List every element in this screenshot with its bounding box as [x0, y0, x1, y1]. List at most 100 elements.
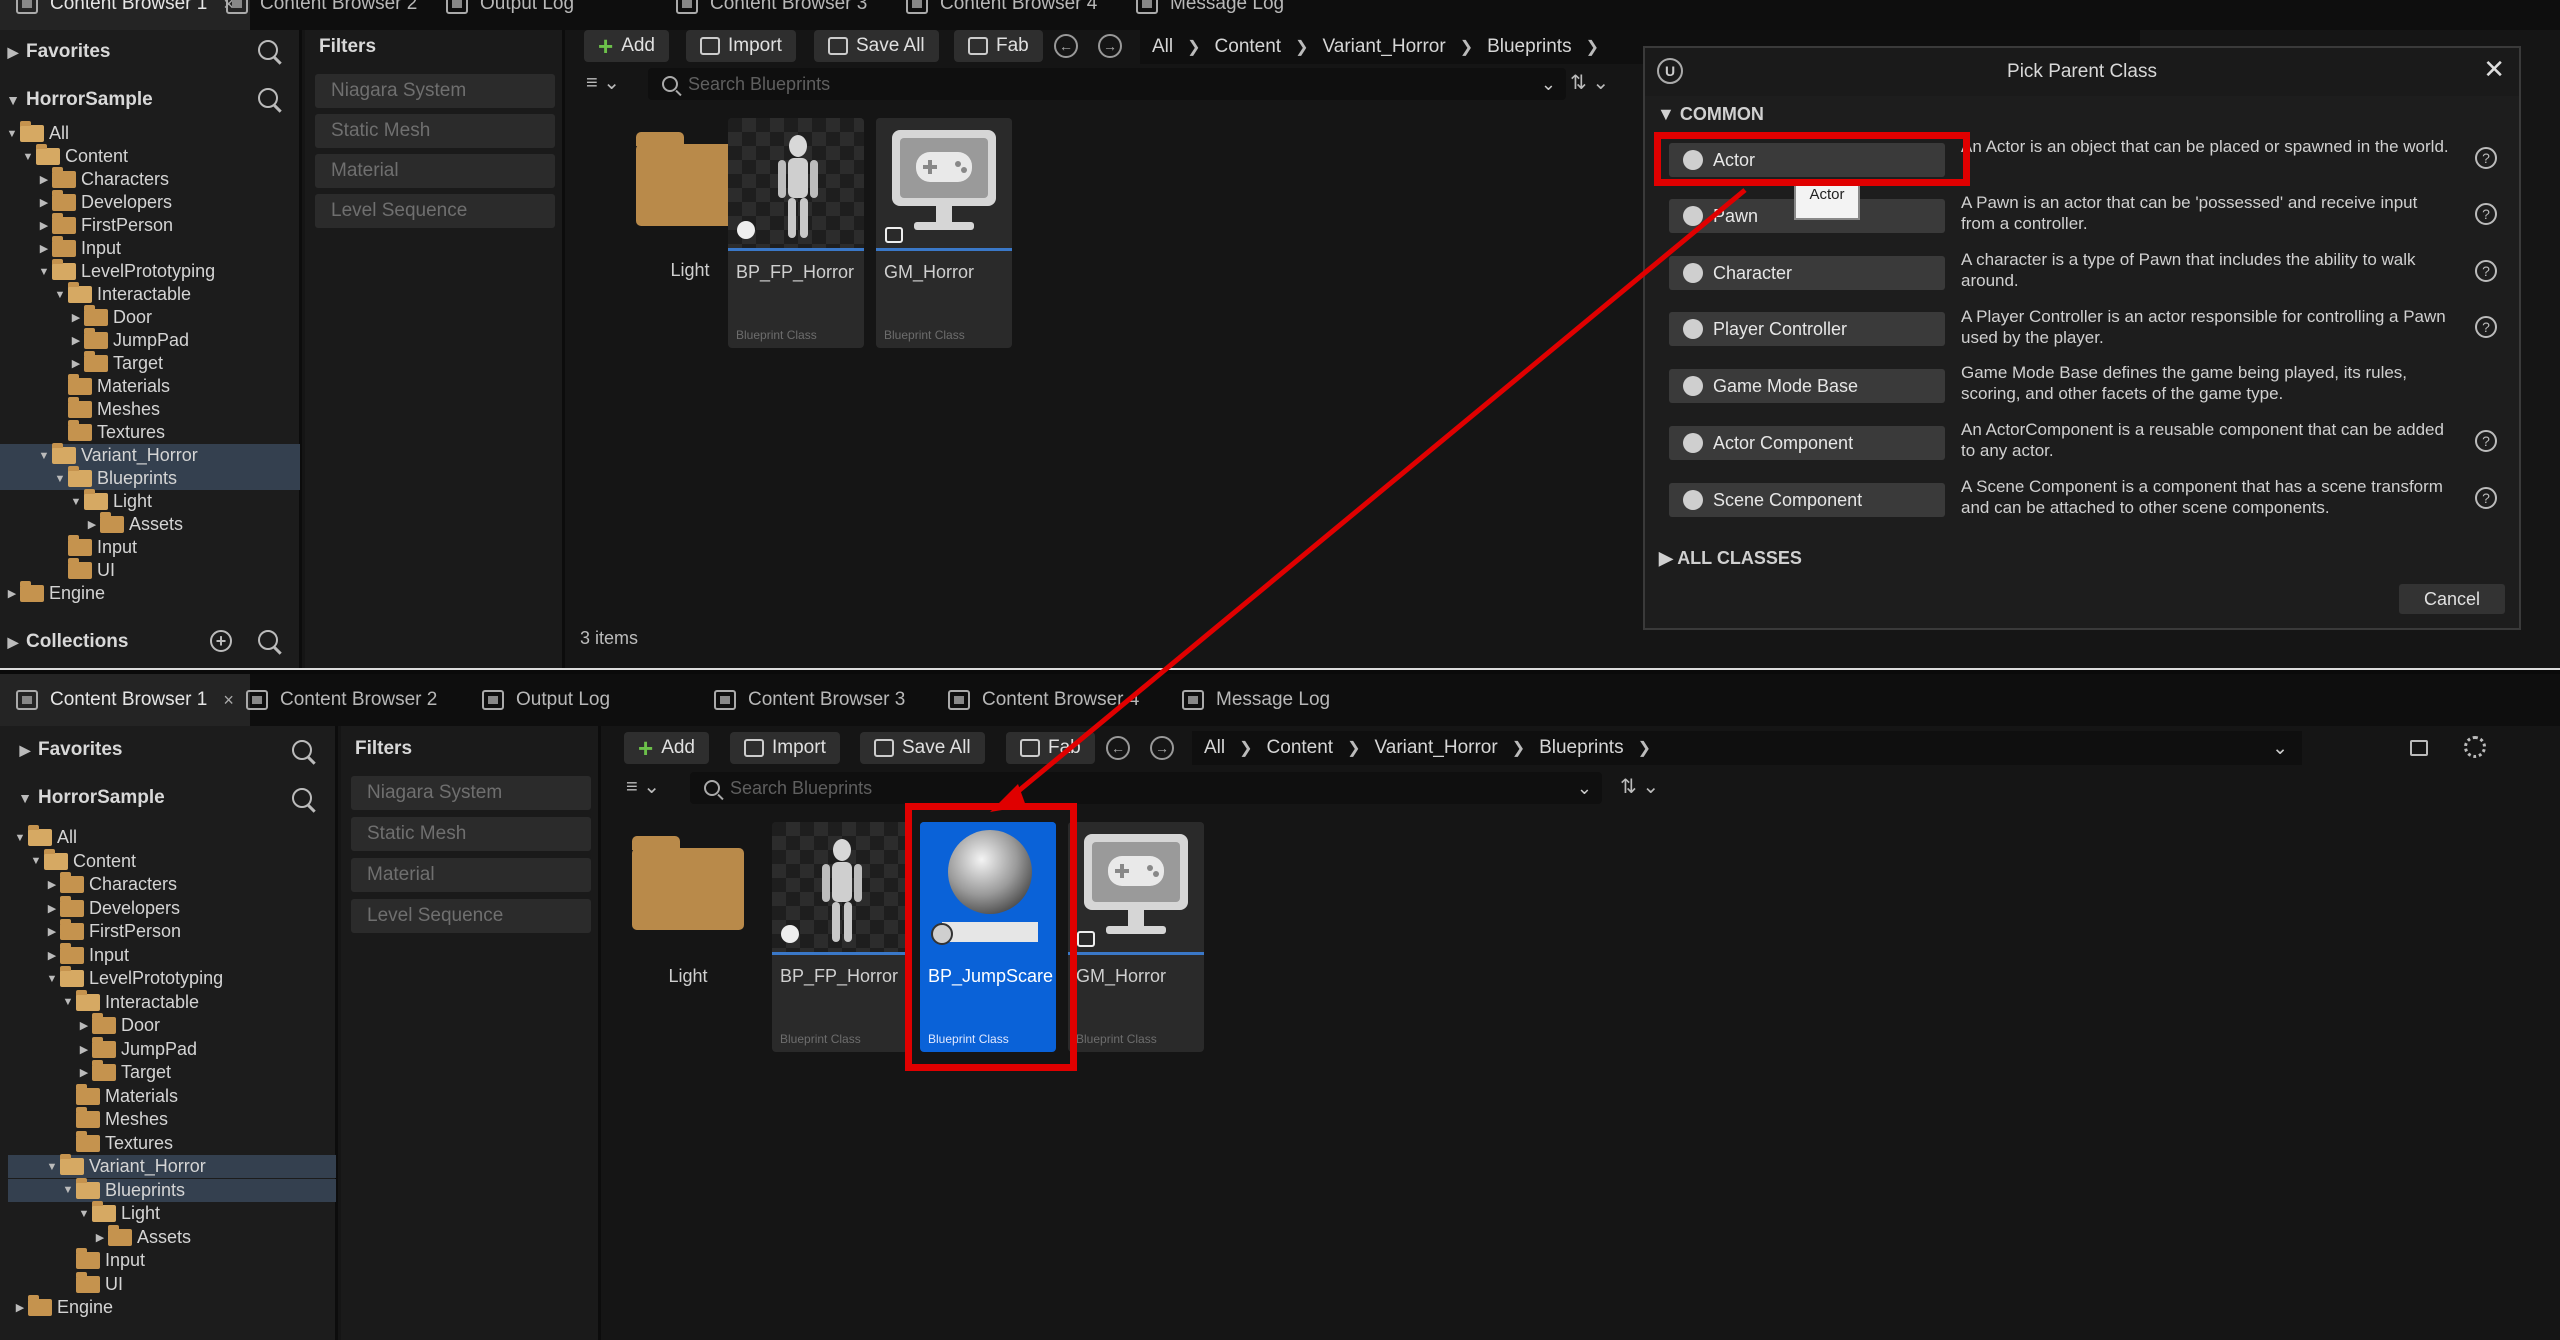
tree-item[interactable]: ▼ Blueprints [0, 466, 300, 490]
search-icon[interactable] [258, 630, 278, 650]
tree-item[interactable]: Meshes [8, 1107, 336, 1131]
folder-icon[interactable] [632, 836, 744, 930]
breadcrumb-content[interactable]: Content [1267, 737, 1334, 759]
tree-item[interactable]: ▼ LevelPrototyping [8, 966, 336, 990]
filter-static-mesh[interactable]: Static Mesh [351, 817, 591, 851]
tree-item[interactable]: ▶ Characters [0, 167, 300, 191]
chevron-down-icon[interactable]: ▼ [20, 151, 36, 163]
tree-item[interactable]: ▶ JumpPad [8, 1036, 336, 1061]
help-icon[interactable]: ? [2475, 260, 2497, 282]
breadcrumb-variant-horror[interactable]: Variant_Horror [1322, 36, 1445, 58]
sort-icon[interactable]: ⇅ ⌄ [1620, 774, 1659, 799]
breadcrumb-blueprints[interactable]: Blueprints [1539, 737, 1624, 759]
breadcrumb-variant-horror[interactable]: Variant_Horror [1374, 737, 1497, 759]
chevron-right-icon[interactable]: ▶ [76, 1019, 92, 1032]
class-button-character[interactable]: Character [1669, 256, 1945, 290]
save-all-button[interactable]: Save All [814, 30, 939, 62]
chevron-right-icon[interactable]: ▶ [36, 219, 52, 232]
tree-item[interactable]: ▼ LevelPrototyping [0, 259, 300, 283]
tree-item[interactable]: ▶ Input [0, 236, 300, 260]
top-tab-message-log[interactable]: Message Log [1120, 0, 1300, 30]
top-tab-content-browser-3[interactable]: Content Browser 3 [660, 0, 883, 30]
tree-item[interactable]: ▶ Door [8, 1013, 336, 1037]
tree-item[interactable]: Materials [0, 374, 300, 398]
search-icon[interactable] [292, 740, 312, 760]
add-button[interactable]: + Add [624, 732, 709, 764]
chevron-right-icon[interactable]: ▶ [44, 949, 60, 962]
chevron-right-icon[interactable]: ▶ [12, 1301, 28, 1314]
tree-item[interactable]: ▼ Blueprints [8, 1177, 336, 1202]
class-button-game-mode-base[interactable]: Game Mode Base [1669, 369, 1945, 403]
tree-item[interactable]: ▶ Door [0, 305, 300, 329]
chevron-right-icon[interactable]: ▶ [36, 242, 52, 255]
filter-niagara-system[interactable]: Niagara System [351, 776, 591, 810]
tree-item[interactable]: ▶ Assets [0, 512, 300, 536]
help-icon[interactable]: ? [2475, 147, 2497, 169]
tree-item[interactable]: UI [0, 558, 300, 582]
tab-content-browser-2[interactable]: Content Browser 2 [230, 674, 453, 726]
chevron-down-icon[interactable]: ▼ [52, 289, 68, 301]
filter-material[interactable]: Material [351, 858, 591, 892]
search-input[interactable]: Search Blueprints ⌄ [648, 68, 1566, 100]
help-icon[interactable]: ? [2475, 203, 2497, 225]
top-tab-content-browser-4[interactable]: Content Browser 4 [890, 0, 1113, 30]
tree-item[interactable]: Textures [8, 1130, 336, 1155]
tree-item[interactable]: ▼ Content [8, 848, 336, 873]
tab-content-browser-1[interactable]: Content Browser 1 × [0, 674, 250, 726]
tree-item[interactable]: Textures [0, 420, 300, 444]
project-header[interactable]: ▼ HorrorSample [0, 78, 300, 122]
sort-icon[interactable]: ⇅ ⌄ [1570, 70, 1609, 95]
chevron-right-icon[interactable]: ▶ [68, 357, 84, 370]
add-button[interactable]: + Add [584, 30, 669, 62]
asset-gm-horror[interactable]: GM_Horror Blueprint Class [876, 118, 1012, 348]
tree-item[interactable]: ▶ Engine [0, 581, 300, 605]
chevron-right-icon[interactable]: ▶ [68, 311, 84, 324]
tab-output-log[interactable]: Output Log [466, 674, 626, 726]
import-button[interactable]: Import [730, 732, 840, 764]
tree-item[interactable]: ▶ Developers [8, 895, 336, 920]
chevron-down-icon[interactable]: ▼ [76, 1208, 92, 1220]
chevron-right-icon[interactable]: ▶ [68, 334, 84, 347]
filter-material[interactable]: Material [315, 154, 555, 188]
tree-item[interactable]: UI [8, 1271, 336, 1296]
tree-item[interactable]: ▼ Interactable [8, 989, 336, 1014]
tree-item[interactable]: ▼ Variant_Horror [8, 1154, 336, 1178]
tree-item[interactable]: ▶ JumpPad [0, 328, 300, 352]
filter-niagara-system[interactable]: Niagara System [315, 74, 555, 108]
chevron-right-icon[interactable]: ▶ [4, 587, 20, 600]
forward-icon[interactable]: → [1098, 34, 1122, 58]
tree-item[interactable]: ▶ Target [0, 351, 300, 375]
filter-dropdown-icon[interactable]: ≡ ⌄ [626, 774, 660, 799]
chevron-right-icon[interactable]: ▶ [76, 1043, 92, 1056]
filter-static-mesh[interactable]: Static Mesh [315, 114, 555, 148]
tree-item[interactable]: ▶ Engine [8, 1295, 336, 1319]
tree-item[interactable]: ▶ Characters [8, 872, 336, 896]
search-icon[interactable] [258, 40, 278, 60]
class-button-actor[interactable]: Actor [1669, 143, 1945, 177]
chevron-down-icon[interactable]: ▼ [60, 996, 76, 1008]
chevron-right-icon[interactable]: ▶ [44, 925, 60, 938]
project-header[interactable]: ▼ HorrorSample [12, 776, 332, 820]
filter-level-sequence[interactable]: Level Sequence [351, 899, 591, 933]
chevron-down-icon[interactable]: ▼ [36, 450, 52, 462]
tree-item[interactable]: ▶ Target [8, 1060, 336, 1084]
chevron-down-icon[interactable]: ▼ [4, 128, 20, 140]
all-classes-section-header[interactable]: ▶ ALL CLASSES [1659, 548, 1802, 569]
search-input[interactable]: Search Blueprints ⌄ [690, 772, 1602, 804]
chevron-down-icon[interactable]: ▼ [28, 855, 44, 867]
help-icon[interactable]: ? [2475, 487, 2497, 509]
help-icon[interactable]: ? [2475, 316, 2497, 338]
chevron-right-icon[interactable]: ▶ [44, 902, 60, 915]
chevron-down-icon[interactable]: ▼ [68, 496, 84, 508]
asset-bp-jumpscare[interactable]: BP_JumpScare Blueprint Class [920, 822, 1056, 1052]
filter-dropdown-icon[interactable]: ≡ ⌄ [586, 70, 620, 95]
class-button-scene-component[interactable]: Scene Component [1669, 483, 1945, 517]
tree-item[interactable]: Meshes [0, 397, 300, 421]
tab-content-browser-4[interactable]: Content Browser 4 [932, 674, 1155, 726]
tab-content-browser-3[interactable]: Content Browser 3 [698, 674, 921, 726]
chevron-down-icon[interactable]: ▼ [44, 973, 60, 985]
class-button-player-controller[interactable]: Player Controller [1669, 312, 1945, 346]
tree-item[interactable]: ▼ All [8, 825, 336, 849]
breadcrumb-content[interactable]: Content [1215, 36, 1282, 58]
breadcrumb-all[interactable]: All [1152, 36, 1173, 58]
